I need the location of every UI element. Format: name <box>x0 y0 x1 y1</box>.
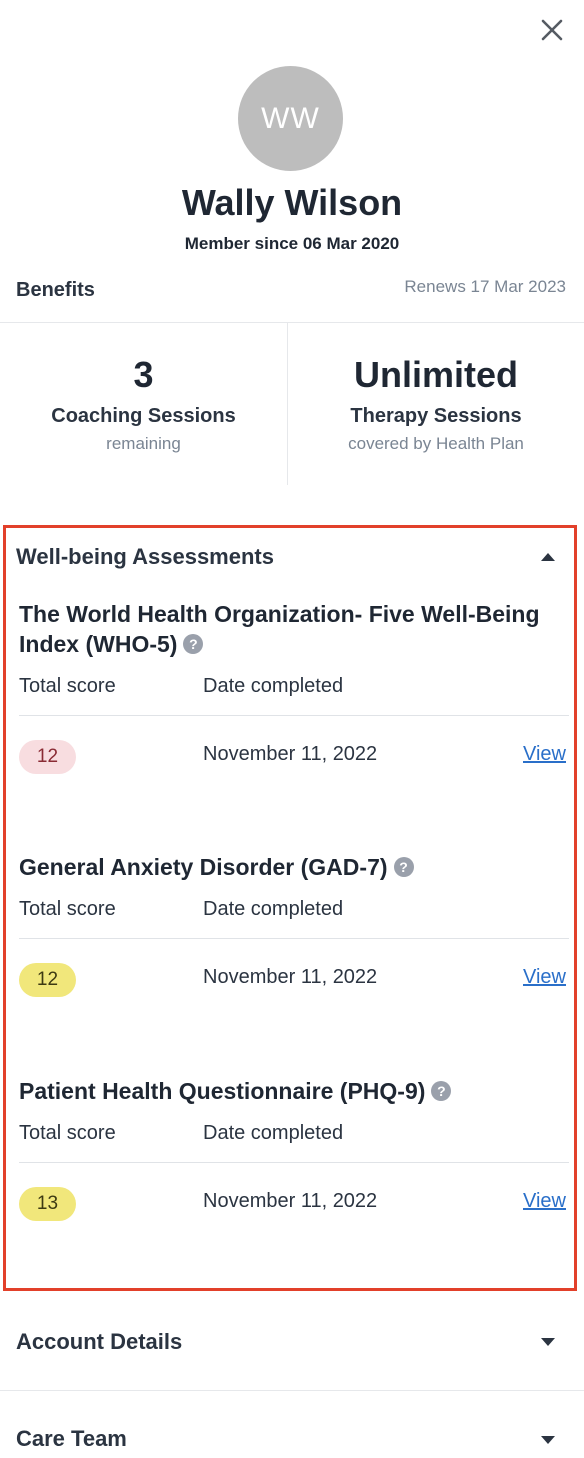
score-badge: 12 <box>19 740 76 774</box>
assessment-title-phq9: Patient Health Questionnaire (PHQ-9)? <box>19 1076 579 1106</box>
score-badge: 13 <box>19 1187 76 1221</box>
caret-down-icon[interactable] <box>541 1338 555 1346</box>
view-link[interactable]: View <box>523 743 566 766</box>
caret-up-icon[interactable] <box>541 553 555 561</box>
benefit-value: 3 <box>133 354 154 395</box>
col-total-score: Total score <box>19 898 116 920</box>
date-completed: November 11, 2022 <box>203 966 378 988</box>
benefit-coaching: 3 Coaching Sessions remaining <box>0 323 288 485</box>
col-date-completed: Date completed <box>203 675 344 697</box>
help-icon[interactable]: ? <box>431 1081 452 1101</box>
assessment-title-gad7: General Anxiety Disorder (GAD-7)? <box>19 852 579 882</box>
divider <box>19 715 569 716</box>
member-name: Wally Wilson <box>181 182 403 223</box>
col-date-completed: Date completed <box>203 898 344 920</box>
benefit-sub: covered by Health Plan <box>348 434 524 453</box>
date-completed: November 11, 2022 <box>203 1190 378 1212</box>
close-button[interactable] <box>536 14 568 46</box>
help-icon[interactable]: ? <box>183 634 204 654</box>
col-total-score: Total score <box>19 675 116 697</box>
divider <box>19 938 569 939</box>
wellbeing-title[interactable]: Well-being Assessments <box>16 544 274 570</box>
care-team-header[interactable]: Care Team <box>16 1426 127 1452</box>
wellbeing-assessments-section: Well-being Assessments The World Health … <box>3 525 577 1291</box>
help-icon[interactable]: ? <box>393 857 414 877</box>
divider <box>19 1162 569 1163</box>
benefit-sub: remaining <box>106 434 181 453</box>
close-icon <box>541 19 563 41</box>
caret-down-icon[interactable] <box>541 1436 555 1444</box>
view-link[interactable]: View <box>523 1190 566 1213</box>
avatar: WW <box>238 66 343 171</box>
renewal-date: Renews 17 Mar 2023 <box>404 277 566 296</box>
benefit-label: Therapy Sessions <box>350 405 522 427</box>
member-since: Member since 06 Mar 2020 <box>184 234 400 253</box>
benefits-title: Benefits <box>16 279 95 301</box>
col-total-score: Total score <box>19 1122 116 1144</box>
score-badge: 12 <box>19 963 76 997</box>
benefit-label: Coaching Sessions <box>51 405 236 427</box>
benefit-value: Unlimited <box>353 354 518 395</box>
divider <box>0 1390 584 1391</box>
benefit-therapy: Unlimited Therapy Sessions covered by He… <box>288 323 584 485</box>
assessment-title-who5: The World Health Organization- Five Well… <box>19 601 540 657</box>
col-date-completed: Date completed <box>203 1122 344 1144</box>
view-link[interactable]: View <box>523 966 566 989</box>
date-completed: November 11, 2022 <box>203 743 378 765</box>
account-details-header[interactable]: Account Details <box>16 1329 182 1355</box>
